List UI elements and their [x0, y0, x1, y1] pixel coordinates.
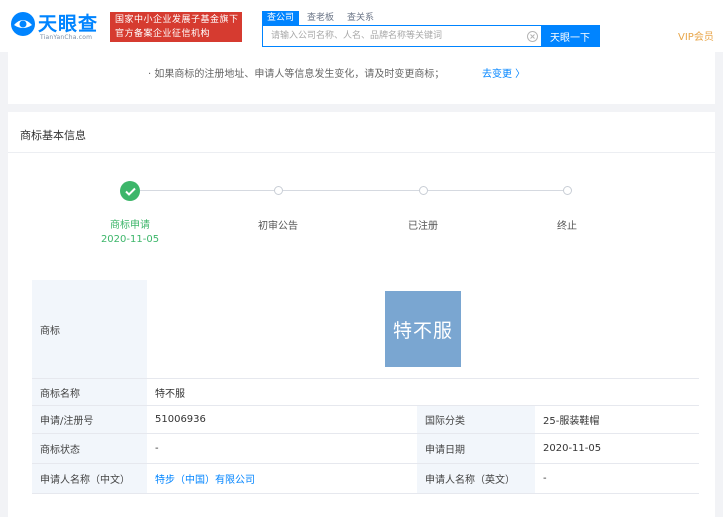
check-icon	[124, 187, 136, 196]
clear-search-button[interactable]	[523, 26, 541, 46]
step-pending-dot	[419, 186, 428, 195]
step-pending-dot	[274, 186, 283, 195]
table-row: 申请/注册号 51006936 国际分类 25-服装鞋帽	[32, 406, 699, 434]
status-label: 商标状态	[32, 434, 147, 463]
applicant-cn-link[interactable]: 特步（中国）有限公司	[147, 464, 417, 493]
step-label-apply: 商标申请	[110, 220, 150, 231]
reg-no-value: 51006936	[147, 406, 417, 433]
table-row: 商标名称 特不服	[32, 379, 699, 406]
step-label-registered: 已注册	[408, 221, 438, 232]
badge-line-2: 官方备案企业征信机构	[115, 29, 211, 39]
section-divider	[8, 152, 715, 153]
search-bar: 天眼一下	[262, 25, 600, 47]
reg-no-label: 申请/注册号	[32, 406, 147, 433]
applicant-en-label: 申请人名称（英文）	[417, 464, 535, 493]
notice-text: · 如果商标的注册地址、申请人等信息发生变化，请及时变更商标；	[148, 69, 445, 80]
trademark-image[interactable]: 特不服	[385, 291, 461, 367]
timeline-connector	[428, 190, 563, 191]
official-badge: 国家中小企业发展子基金旗下 官方备案企业征信机构	[110, 12, 242, 42]
apply-date-value: 2020-11-05	[535, 434, 699, 463]
tab-company[interactable]: 查公司	[262, 11, 300, 25]
search-button[interactable]: 天眼一下	[541, 26, 599, 46]
search-tabs: 查公司 查老板 查关系	[262, 11, 382, 25]
timeline-connector	[283, 190, 419, 191]
badge-line-1: 国家中小企业发展子基金旗下	[115, 15, 239, 25]
intl-class-label: 国际分类	[417, 406, 535, 433]
vip-link[interactable]: VIP会员	[678, 28, 714, 43]
step-label-announce: 初审公告	[258, 221, 298, 232]
apply-date-label: 申请日期	[417, 434, 535, 463]
top-header: 天眼查 TianYanCha.com 国家中小企业发展子基金旗下 官方备案企业征…	[0, 0, 723, 52]
trademark-label: 商标	[32, 280, 147, 378]
applicant-en-value: -	[535, 464, 699, 493]
step-pending-dot	[563, 186, 572, 195]
logo-domain: TianYanCha.com	[40, 34, 93, 41]
eye-logo-icon	[11, 12, 35, 36]
table-row: 申请人名称（中文） 特步（中国）有限公司 申请人名称（英文） -	[32, 464, 699, 494]
tianyancha-logo[interactable]: 天眼查 TianYanCha.com	[10, 9, 106, 43]
applicant-cn-label: 申请人名称（中文）	[32, 464, 147, 493]
section-title: 商标基本信息	[20, 129, 86, 142]
trademark-info-card: 商标基本信息 商标申请 2020-11-05 初审公告 已注册 终止 商标 特不…	[8, 112, 715, 517]
tab-boss[interactable]: 查老板	[302, 11, 339, 25]
tab-relation[interactable]: 查关系	[342, 11, 379, 25]
close-circle-icon	[526, 30, 538, 42]
change-trademark-link[interactable]: 去变更 〉	[482, 65, 525, 80]
intl-class-value: 25-服装鞋帽	[535, 406, 699, 433]
logo-text: 天眼查	[38, 13, 99, 35]
name-label: 商标名称	[32, 379, 147, 405]
name-value: 特不服	[147, 379, 699, 405]
search-input[interactable]	[263, 26, 523, 46]
notice-card: · 如果商标的注册地址、申请人等信息发生变化，请及时变更商标； 去变更 〉	[8, 52, 715, 104]
step-label-terminated: 终止	[557, 221, 577, 232]
status-value: -	[147, 434, 417, 463]
timeline-connector	[140, 190, 274, 191]
step-done-check-icon	[120, 181, 140, 201]
table-row: 商标状态 - 申请日期 2020-11-05	[32, 434, 699, 464]
step-date-apply: 2020-11-05	[100, 234, 160, 245]
trademark-image-cell: 特不服	[147, 280, 699, 378]
table-row: 商标 特不服	[32, 280, 699, 379]
